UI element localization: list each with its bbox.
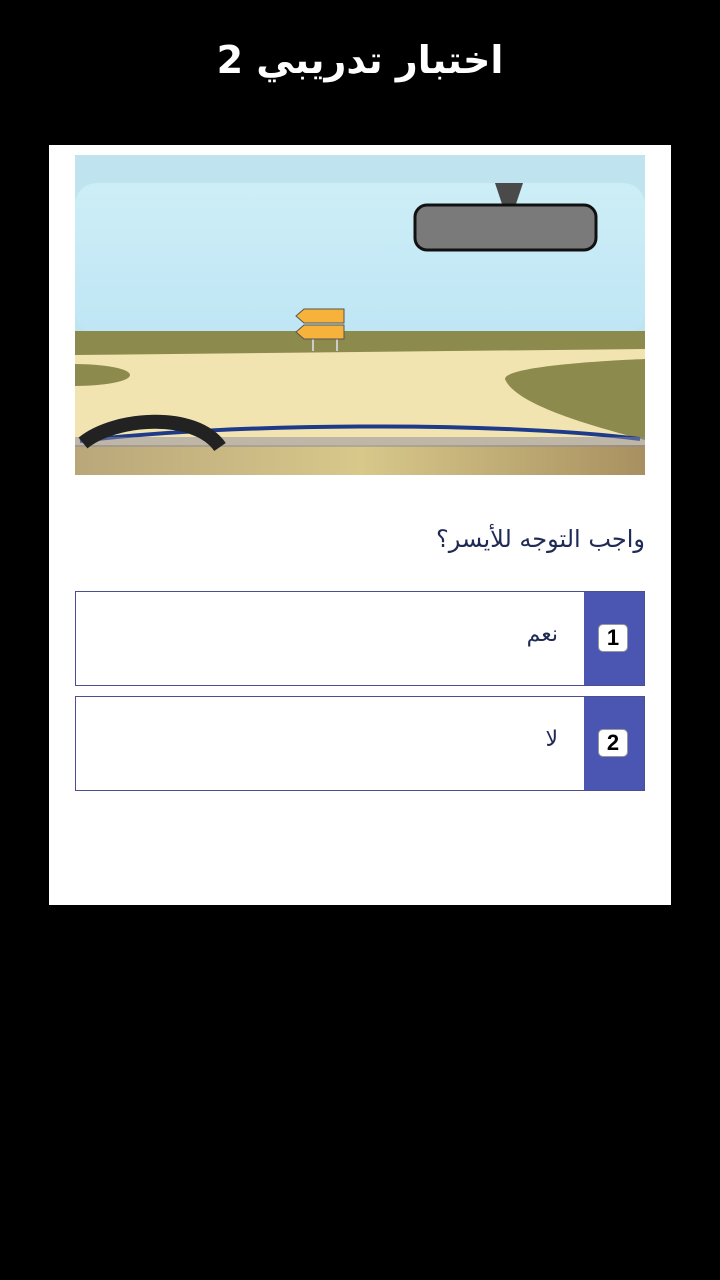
- answer-option-1[interactable]: 1 نعم: [75, 591, 645, 686]
- answer-number-badge: 2: [584, 697, 644, 790]
- answer-number: 1: [598, 624, 628, 652]
- question-illustration: [75, 155, 645, 475]
- question-card: واجب التوجه للأيسر؟ 1 نعم 2 لا: [49, 145, 671, 905]
- question-text: واجب التوجه للأيسر؟: [436, 525, 645, 553]
- answer-label: لا: [545, 727, 558, 752]
- answer-number-badge: 1: [584, 592, 644, 685]
- page-title: اختبار تدريبي 2: [216, 38, 504, 82]
- answer-option-2[interactable]: 2 لا: [75, 696, 645, 791]
- answer-number: 2: [598, 729, 628, 757]
- answer-label: نعم: [526, 622, 558, 647]
